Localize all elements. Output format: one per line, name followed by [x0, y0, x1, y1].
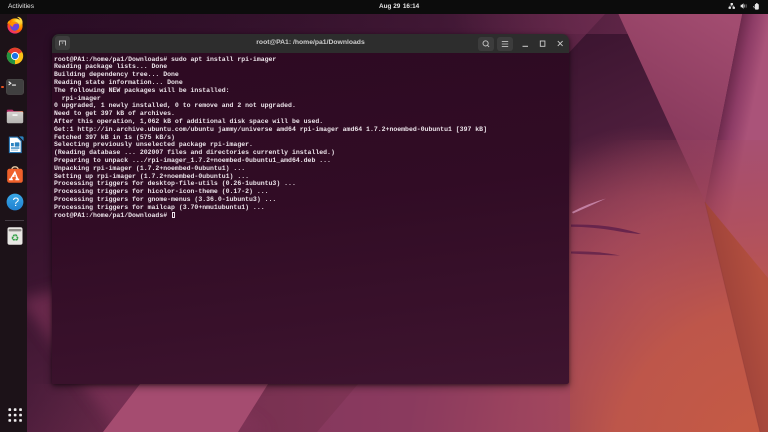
svg-text:?: ?: [12, 195, 19, 209]
svg-text:♻: ♻: [11, 232, 20, 243]
